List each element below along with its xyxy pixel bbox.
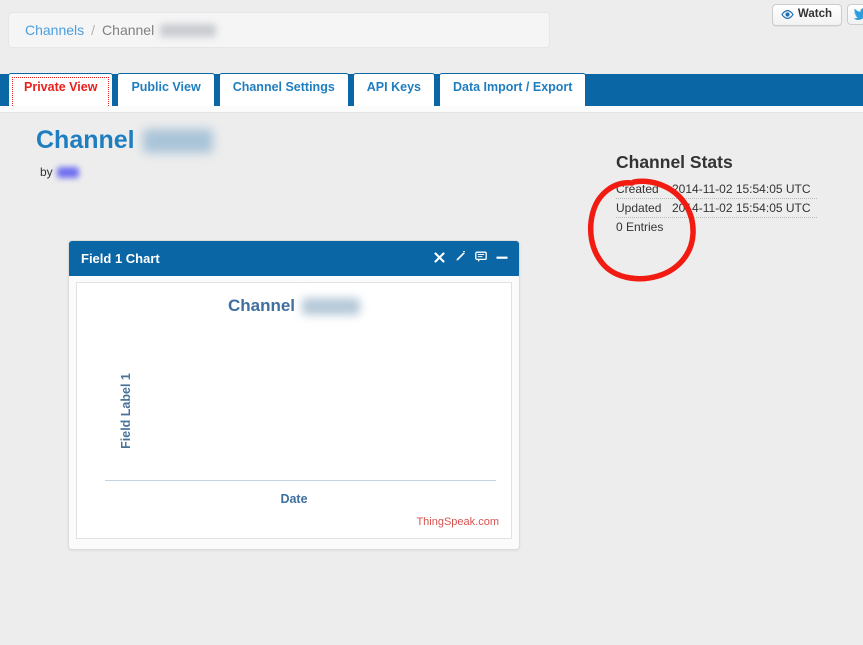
stat-row-updated: Updated 2014-11-02 15:54:05 UTC [616, 199, 817, 218]
tab-api-keys-label: API Keys [366, 80, 421, 94]
top-action-bar: Watch [771, 4, 863, 26]
chart-title-redacted-id [302, 297, 361, 315]
tab-public-view[interactable]: Public View [117, 73, 215, 106]
tab-channel-settings-label: Channel Settings [232, 80, 335, 94]
page-title-text: Channel [36, 126, 135, 154]
tab-bar: Private View Public View Channel Setting… [0, 73, 863, 106]
stat-entries-count: 0 Entries [616, 220, 664, 234]
breadcrumb-link-channels[interactable]: Channels [25, 22, 84, 38]
chart-y-axis-label: Field Label 1 [118, 372, 133, 449]
eye-icon [781, 10, 794, 19]
stat-value-updated: 2014-11-02 15:54:05 UTC [672, 201, 811, 215]
page-author-redacted-name [56, 166, 79, 178]
close-icon[interactable] [434, 250, 445, 268]
tab-private-view[interactable]: Private View [8, 73, 114, 106]
chart-watermark: ThingSpeak.com [416, 516, 499, 528]
chart-panel-header: Field 1 Chart [69, 241, 519, 276]
channel-stats-panel: Channel Stats Created 2014-11-02 15:54:0… [616, 152, 846, 236]
watch-button-label: Watch [797, 8, 832, 20]
content-divider [0, 106, 863, 113]
twitter-bird-icon [854, 8, 863, 20]
chart-x-axis-label: Date [280, 492, 308, 506]
chart-title-text: Channel [227, 296, 296, 315]
tab-public-view-label: Public View [131, 80, 201, 94]
chart-panel-title: Field 1 Chart [81, 251, 160, 266]
page-author-prefix: by [40, 165, 53, 179]
chart-title: Channel [77, 296, 511, 316]
channel-stats-title: Channel Stats [616, 152, 733, 172]
minimize-icon[interactable] [496, 250, 508, 268]
stat-row-created: Created 2014-11-02 15:54:05 UTC [616, 180, 817, 199]
edit-pencil-icon[interactable] [454, 250, 466, 268]
tab-api-keys[interactable]: API Keys [352, 73, 435, 106]
page-title-redacted-id [142, 128, 213, 153]
chart-panel-icon-group [434, 250, 508, 268]
stat-key-updated: Updated [616, 201, 662, 215]
page-title: Channel [36, 127, 213, 154]
breadcrumb: Channels / Channel [8, 12, 550, 48]
page-author: by [40, 165, 79, 179]
tab-channel-settings[interactable]: Channel Settings [218, 73, 349, 106]
chart-x-axis-line [105, 480, 496, 481]
chart-plot-area: Channel Field Label 1 Date ThingSpeak.co… [76, 282, 512, 539]
field-1-chart-panel: Field 1 Chart Channel Field Label 1 Date… [68, 240, 520, 550]
comment-icon[interactable] [475, 250, 487, 268]
stat-key-created: Created [616, 182, 659, 196]
breadcrumb-redacted-id [160, 23, 217, 37]
tab-data-import-export[interactable]: Data Import / Export [438, 73, 587, 106]
tab-private-view-label: Private View [24, 80, 98, 94]
tweet-button[interactable] [847, 4, 863, 25]
tab-data-import-export-label: Data Import / Export [452, 80, 573, 94]
watch-button[interactable]: Watch [771, 4, 842, 26]
stat-value-created: 2014-11-02 15:54:05 UTC [672, 182, 811, 196]
breadcrumb-current: Channel [102, 22, 155, 38]
breadcrumb-separator: / [91, 22, 96, 38]
